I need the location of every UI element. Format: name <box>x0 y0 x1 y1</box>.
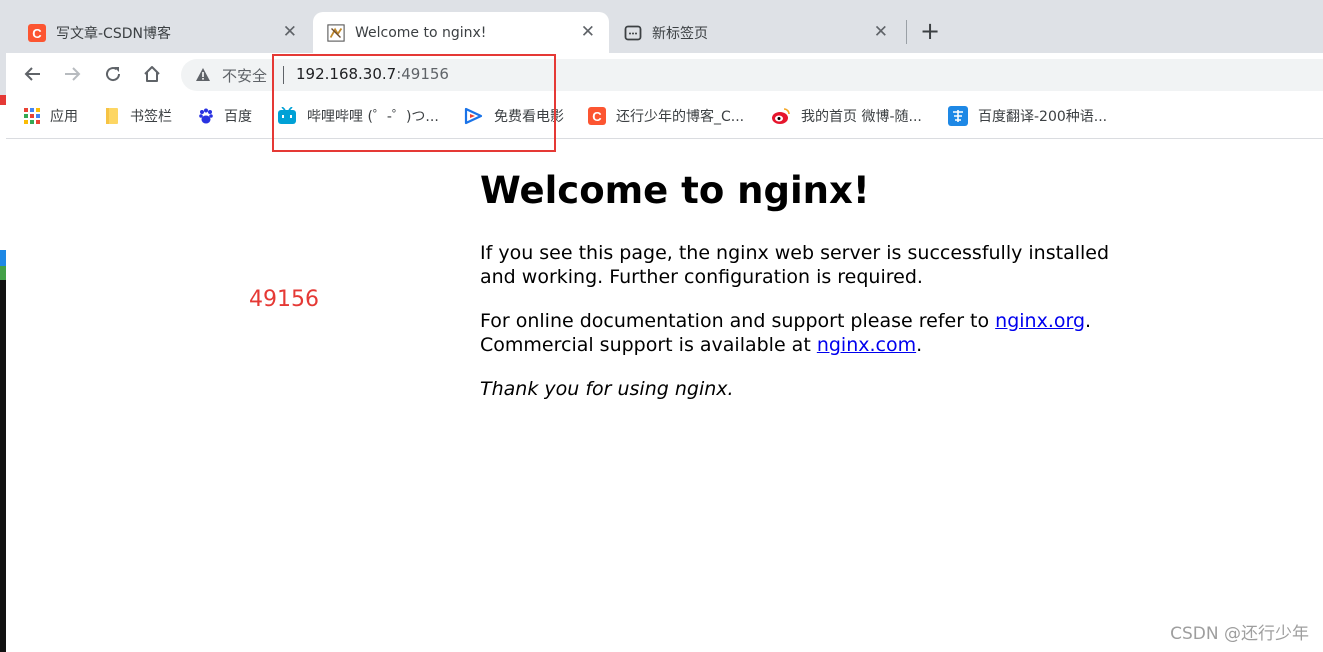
support-paragraph: For online documentation and support ple… <box>480 309 1120 357</box>
bookmarks-bar: 应用 书签栏 百度 哔哩哔哩 (゜-゜)つ... 免费看电影 C 还行少年的博客… <box>0 95 1323 139</box>
bookmark-label: 我的首页 微博-随... <box>801 109 922 125</box>
nginx-com-link[interactable]: nginx.com <box>817 334 916 356</box>
weibo-icon <box>771 107 791 125</box>
tab-nginx[interactable]: Welcome to nginx! ✕ <box>313 12 609 53</box>
bookmark-weibo[interactable]: 我的首页 微博-随... <box>771 106 922 126</box>
tab-csdn[interactable]: C 写文章-CSDN博客 ✕ <box>6 12 311 53</box>
bookmark-baidu[interactable]: 百度 <box>198 106 252 126</box>
page-title: Welcome to nginx! <box>480 169 870 212</box>
newtab-icon <box>624 24 642 42</box>
forward-arrow-icon <box>65 67 81 81</box>
bookmark-label: 书签栏 <box>130 109 172 125</box>
forward-button[interactable] <box>60 62 84 86</box>
bookmark-label: 百度 <box>224 109 252 125</box>
toolbar: 不安全 192.168.30.7:49156 <box>0 53 1323 95</box>
svg-text:C: C <box>32 26 42 41</box>
close-icon[interactable]: ✕ <box>581 24 595 41</box>
bookmark-folder[interactable]: 书签栏 <box>104 106 172 126</box>
back-arrow-icon <box>24 67 40 81</box>
close-icon[interactable]: ✕ <box>283 24 297 41</box>
tab-title: 写文章-CSDN博客 <box>56 25 171 42</box>
reload-button[interactable] <box>101 62 125 86</box>
home-icon <box>144 66 160 82</box>
annotation-port-label: 49156 <box>249 287 319 312</box>
support-text: . <box>1085 310 1092 332</box>
tab-strip: C 写文章-CSDN博客 ✕ Welcome to nginx! ✕ 新标签页 … <box>0 0 1323 53</box>
thanks-text: Thank you for using nginx. <box>480 378 734 400</box>
bookmark-label: 还行少年的博客_C... <box>616 109 745 125</box>
intro-paragraph: If you see this page, the nginx web serv… <box>480 242 1110 288</box>
csdn-icon: C <box>28 23 46 42</box>
csdn-watermark: CSDN @还行少年 <box>1170 624 1309 644</box>
apps-grid-icon <box>24 108 40 124</box>
csdn-icon: C <box>588 107 606 125</box>
back-button[interactable] <box>21 62 45 86</box>
warning-triangle-icon[interactable] <box>195 67 211 86</box>
svg-text:C: C <box>592 109 602 124</box>
folder-icon <box>104 108 120 124</box>
translate-icon <box>948 106 968 126</box>
security-status[interactable]: 不安全 <box>222 65 267 86</box>
baidu-paw-icon <box>198 108 214 124</box>
reload-icon <box>106 67 121 82</box>
support-text: . <box>916 334 923 356</box>
new-tab-button[interactable]: + <box>920 18 940 44</box>
home-button[interactable] <box>140 62 164 86</box>
tab-separator <box>906 20 907 44</box>
support-text: For online documentation and support ple… <box>480 310 996 332</box>
bookmark-label: 应用 <box>50 109 78 125</box>
nginx-org-link[interactable]: nginx.org <box>995 310 1085 332</box>
background-window-edge <box>0 0 6 652</box>
nginx-welcome-page: Welcome to nginx! If you see this page, … <box>480 165 1120 421</box>
annotation-highlight-box <box>272 54 556 152</box>
bookmark-label: 百度翻译-200种语... <box>978 109 1108 125</box>
bookmark-baidu-translate[interactable]: 百度翻译-200种语... <box>948 106 1107 126</box>
nginx-icon <box>327 23 345 42</box>
bookmark-csdn-blog[interactable]: C 还行少年的博客_C... <box>588 106 744 126</box>
tab-title: 新标签页 <box>652 25 708 42</box>
tab-title: Welcome to nginx! <box>355 24 487 41</box>
tab-new-tab-page[interactable]: 新标签页 ✕ <box>612 12 902 53</box>
bookmark-apps[interactable]: 应用 <box>24 106 78 126</box>
support-text: Commercial support is available at <box>480 334 817 356</box>
close-icon[interactable]: ✕ <box>874 24 888 41</box>
